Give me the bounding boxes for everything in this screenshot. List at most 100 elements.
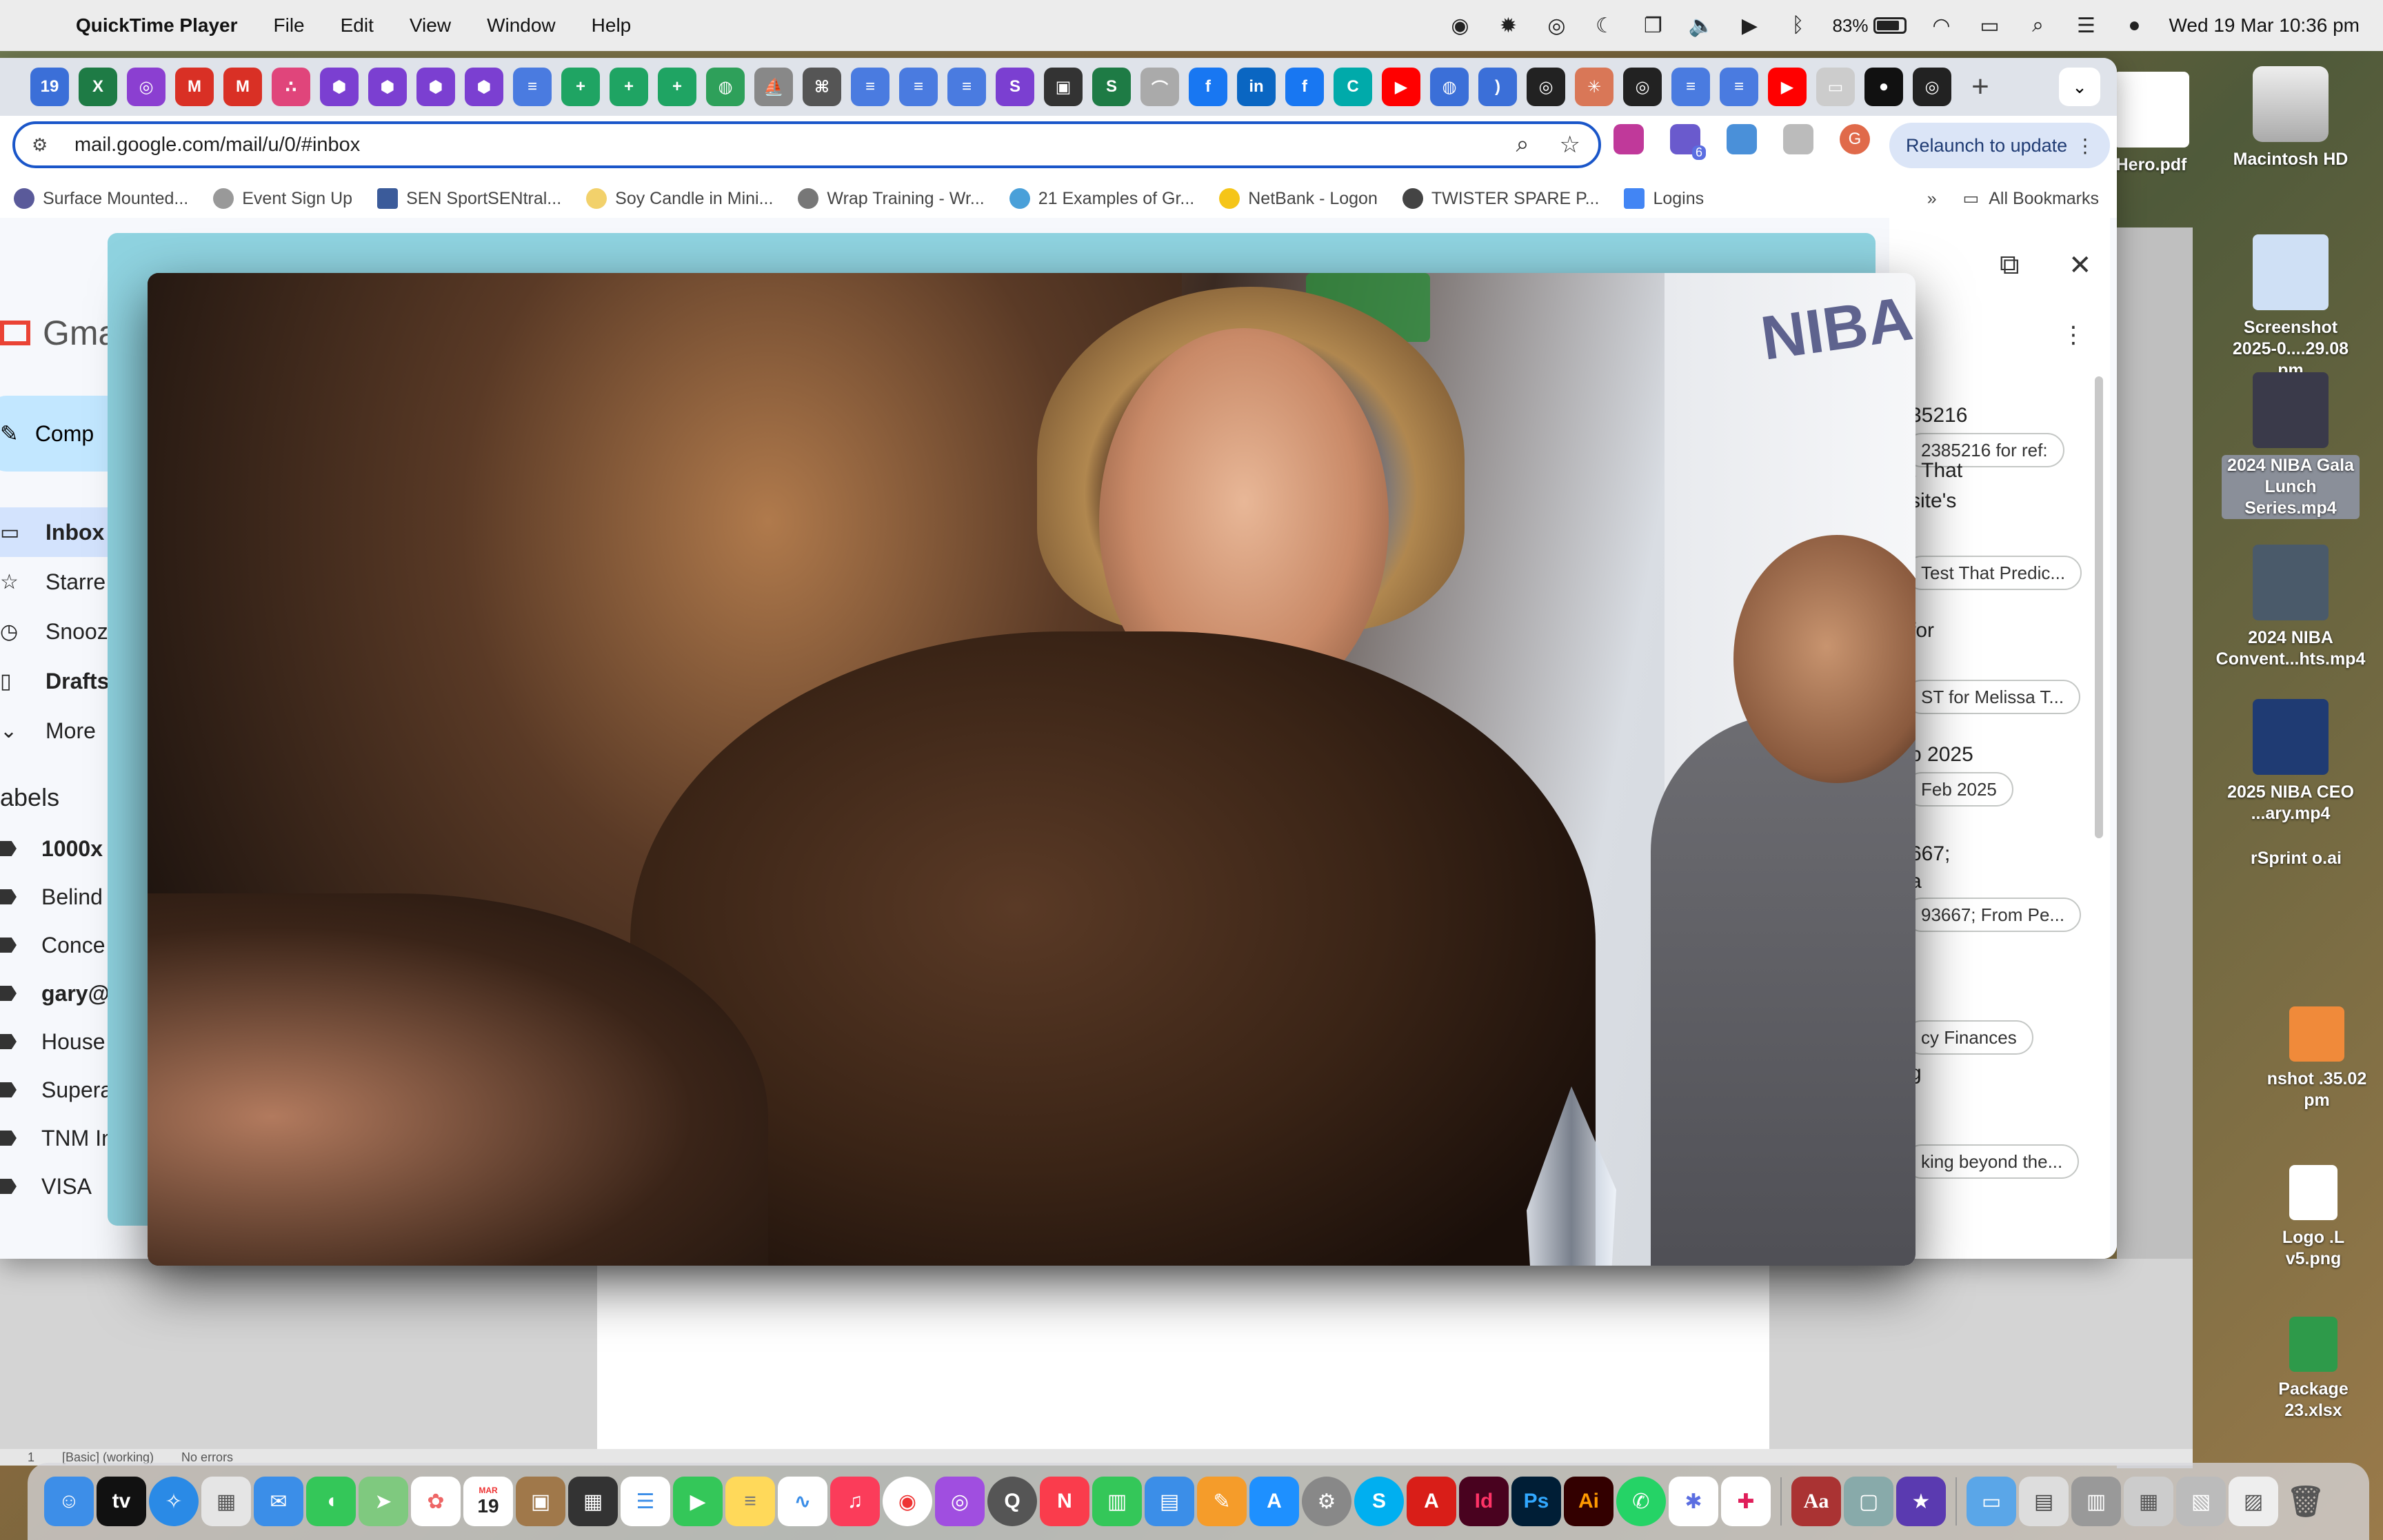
dock-indesign-icon[interactable]: Id [1459,1477,1509,1526]
dock-stack-icon[interactable]: ▥ [2071,1477,2121,1526]
dock-maps-icon[interactable]: ➤ [359,1477,408,1526]
profile-avatar[interactable]: G [1840,124,1870,154]
tab-app[interactable]: ◎ [127,68,165,106]
side-panel-chip[interactable]: cy Finances [1904,1020,2033,1055]
address-url[interactable]: mail.google.com/mail/u/0/#inbox [74,134,360,156]
tab-app-5[interactable]: ⬢ [465,68,503,106]
status-app-icon[interactable]: ◉ [1446,14,1474,37]
desktop-macintosh-hd[interactable]: Macintosh HD [2222,66,2360,170]
dock-freeform-icon[interactable]: ∿ [778,1477,827,1526]
tab-docs-4[interactable]: ≡ [947,68,986,106]
tab-docs-2[interactable]: ≡ [851,68,889,106]
tab-youtube-2[interactable]: ▶ [1768,68,1807,106]
dock-messages-icon[interactable]: ◖ [306,1477,356,1526]
dock-facetime-icon[interactable]: ▶ [673,1477,723,1526]
dock-stack-icon-3[interactable]: ▧ [2176,1477,2226,1526]
battery-indicator[interactable]: 83% [1832,15,1907,37]
tab-app-10[interactable]: S [1092,68,1131,106]
dock-illustrator-icon[interactable]: Ai [1564,1477,1613,1526]
chrome-menu-icon[interactable]: ⋮ [2075,134,2095,157]
desktop-file-sprint-ai[interactable]: rSprint o.ai [2248,848,2344,869]
dock-whatsapp-icon[interactable]: ✆ [1616,1477,1666,1526]
tab-asana[interactable]: ∴ [272,68,310,106]
label-item[interactable]: House [0,1017,114,1066]
tab-facebook-2[interactable]: f [1285,68,1324,106]
dock-app-store-icon[interactable]: A [1249,1477,1299,1526]
desktop-file-gala-mp4[interactable]: 2024 NIBA Gala Lunch Series.mp4 [2222,372,2360,519]
desktop-file-package-xlsx[interactable]: Package 23.xlsx [2262,1317,2365,1421]
label-item[interactable]: gary@ [0,969,114,1017]
bookmark-item[interactable]: NetBank - Logon [1219,188,1378,209]
bookmark-item[interactable]: TWISTER SPARE P... [1402,188,1599,209]
dock-podcasts-icon[interactable]: ◎ [935,1477,985,1526]
dock-apple-tv-icon[interactable]: tv [97,1477,146,1526]
label-item[interactable]: Conce [0,921,114,969]
menu-window[interactable]: Window [487,14,556,37]
bookmark-item[interactable]: Soy Candle in Mini... [586,188,773,209]
dock-photoshop-icon[interactable]: Ps [1511,1477,1561,1526]
wifi-icon[interactable]: ◠ [1927,14,1955,37]
dock-launchpad-icon[interactable]: ▦ [201,1477,251,1526]
tab-docs-5[interactable]: ≡ [1671,68,1710,106]
dock-skype-icon[interactable]: S [1354,1477,1404,1526]
tab-globe[interactable]: ◍ [706,68,745,106]
dock-imovie-icon[interactable]: ★ [1896,1477,1946,1526]
dock-system-settings-icon[interactable]: ⚙ [1302,1477,1351,1526]
tab-globe-2[interactable]: ◍ [1430,68,1469,106]
tab-sheets-3[interactable]: + [658,68,696,106]
tab-app-14[interactable]: ▭ [1816,68,1855,106]
tab-docs[interactable]: ≡ [513,68,552,106]
dock-dictionary-icon[interactable]: Aa [1791,1477,1841,1526]
dock-numbers-icon[interactable]: ▥ [1092,1477,1142,1526]
dock-folder-icon[interactable]: ▭ [1967,1477,2016,1526]
dock-acrobat-icon[interactable]: A [1407,1477,1456,1526]
tab-search-menu-icon[interactable]: ⌄ [2059,68,2100,106]
side-panel-scrollbar[interactable] [2095,376,2103,838]
tab-app-2[interactable]: ⬢ [320,68,359,106]
tab-facebook[interactable]: f [1189,68,1227,106]
gmail-logo[interactable]: Gma [0,313,117,353]
label-item[interactable]: Belind [0,873,114,921]
relaunch-update-button[interactable]: Relaunch to update ⋮ [1889,123,2110,168]
menu-file[interactable]: File [274,14,305,37]
focus-moon-icon[interactable]: ☾ [1591,14,1618,37]
screen-mirror-icon[interactable]: ❐ [1639,14,1667,37]
desktop-file-screenshot[interactable]: Screenshot 2025-0....29.08 pm [2222,234,2360,381]
label-item[interactable]: Supera [0,1066,114,1114]
screen-record-icon[interactable]: ◎ [1542,14,1570,37]
extension-badge-icon[interactable]: 6 [1670,124,1706,160]
tab-gmail[interactable]: M [175,68,214,106]
side-panel-chip[interactable]: Test That Predic... [1904,556,2082,590]
reading-list-icon[interactable] [1727,124,1757,154]
dock-downloads-stack-icon[interactable]: ▤ [2019,1477,2069,1526]
side-panel-chip[interactable]: 93667; From Pe... [1904,898,2082,932]
dock-perplexity-icon[interactable]: ✱ [1669,1477,1718,1526]
tab-app-9[interactable]: ▣ [1044,68,1083,106]
tab-app-13[interactable]: ◎ [1527,68,1565,106]
dock-mail-icon[interactable]: ✉ [254,1477,303,1526]
dock-safari-icon[interactable]: ✧ [149,1477,199,1526]
dock-news-icon[interactable]: N [1040,1477,1089,1526]
dock-music-icon[interactable]: ♫ [830,1477,880,1526]
tab-docs-6[interactable]: ≡ [1720,68,1758,106]
menu-app-name[interactable]: QuickTime Player [76,14,238,37]
tab-calendar[interactable]: 19 [30,68,69,106]
volume-icon[interactable]: 🔈 [1687,14,1715,37]
desktop-file-logo-png[interactable]: Logo .L v5.png [2262,1165,2365,1270]
dock-pages-icon[interactable]: ✎ [1197,1477,1247,1526]
dock-quicktime-icon[interactable]: Q [987,1477,1037,1526]
menubar-clock[interactable]: Wed 19 Mar 10:36 pm [2169,14,2360,37]
bookmark-star-icon[interactable]: ☆ [1560,131,1580,159]
close-icon[interactable]: ✕ [2069,250,2092,281]
dock-trash-icon[interactable]: 🗑 [2281,1477,2331,1526]
tab-youtube[interactable]: ▶ [1382,68,1420,106]
tab-claude[interactable]: ✳ [1575,68,1613,106]
display-icon[interactable]: ▭ [1975,14,2003,37]
tab-app-6[interactable]: ⛵ [754,68,793,106]
tab-excel[interactable]: X [79,68,117,106]
bookmark-item[interactable]: SEN SportSENtral... [377,188,561,209]
bookmark-item[interactable]: Logins [1624,188,1704,209]
bookmark-item[interactable]: Surface Mounted... [14,188,188,209]
dock-chrome-icon[interactable]: ◉ [883,1477,932,1526]
dock-slack-icon[interactable]: ✚ [1721,1477,1771,1526]
